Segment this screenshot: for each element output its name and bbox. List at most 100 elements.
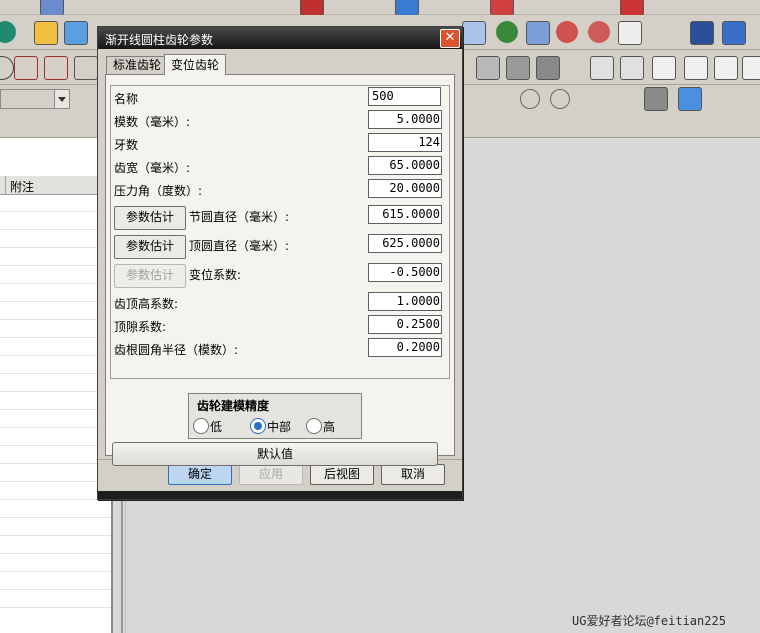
default-values-button[interactable]: 默认值 — [112, 442, 438, 466]
tab-shifted-gear[interactable]: 变位齿轮 — [164, 54, 227, 75]
column-header-label: 附注 — [10, 180, 35, 194]
toolbar-icon[interactable] — [490, 0, 514, 16]
list-row-line — [0, 247, 111, 248]
toolbar-icon[interactable] — [590, 56, 614, 80]
module-field[interactable]: 5.0000 — [368, 110, 442, 129]
toolbar-icon[interactable] — [652, 56, 676, 80]
watermark: UG爱好者论坛@feitian225 — [572, 614, 726, 628]
list-row-line — [0, 409, 111, 410]
navigator-column-header[interactable]: 附注 — [0, 175, 111, 195]
list-row-line — [0, 607, 111, 608]
toolbar-icon[interactable] — [678, 87, 702, 111]
toolbar-row-top — [0, 0, 760, 16]
precision-low-radio[interactable] — [193, 418, 209, 434]
filter-combo[interactable] — [0, 89, 70, 109]
list-row-line — [0, 301, 111, 302]
root-fillet-field[interactable]: 0.2000 — [368, 338, 442, 357]
toolbar-icon[interactable] — [536, 56, 560, 80]
tab-panel: 名称 500 模数（毫米）: 5.0000 牙数 124 齿宽（毫米）: 65.… — [105, 74, 455, 466]
modeling-precision-group: 齿轮建模精度 低 中部 高 — [188, 393, 362, 439]
face-width-field[interactable]: 65.0000 — [368, 156, 442, 175]
toolbar-icon[interactable] — [14, 56, 38, 80]
estimate-shift-button[interactable]: 参数估计 — [114, 264, 186, 288]
toolbar-icon[interactable] — [74, 56, 98, 80]
tip-diameter-field[interactable]: 625.0000 — [368, 234, 442, 253]
toolbar-icon[interactable] — [0, 21, 16, 43]
precision-high-radio[interactable] — [306, 418, 322, 434]
precision-medium-radio[interactable] — [250, 418, 266, 434]
toolbar-icon[interactable] — [506, 56, 530, 80]
toolbar-icon[interactable] — [620, 56, 644, 80]
precision-low-label: 低 — [210, 420, 223, 434]
toolbar-icon[interactable] — [34, 21, 58, 45]
pressure-angle-field[interactable]: 20.0000 — [368, 179, 442, 198]
list-row-line — [0, 337, 111, 338]
toolbar-icon[interactable] — [476, 56, 500, 80]
pitch-diameter-field[interactable]: 615.0000 — [368, 205, 442, 224]
list-row-line — [0, 571, 111, 572]
toolbar-icon[interactable] — [462, 21, 486, 45]
toolbar-icon[interactable] — [690, 21, 714, 45]
snap-icon[interactable] — [520, 89, 540, 109]
list-row-line — [0, 211, 111, 212]
estimate-tip-button[interactable]: 参数估计 — [114, 235, 186, 259]
list-row-line — [0, 427, 111, 428]
toolbar-icon[interactable] — [556, 21, 578, 43]
teeth-field[interactable]: 124 — [368, 133, 442, 152]
dialog-titlebar[interactable]: 渐开线圆柱齿轮参数 ✕ — [98, 27, 462, 49]
toolbar-icon[interactable] — [395, 0, 419, 16]
precision-medium-label: 中部 — [267, 420, 292, 434]
apply-button[interactable]: 应用 — [239, 464, 303, 485]
name-label: 名称 — [114, 92, 139, 106]
toolbar-icon[interactable] — [618, 21, 642, 45]
toolbar-icon[interactable] — [620, 0, 644, 16]
toolbar-icon[interactable] — [526, 21, 550, 45]
toolbar-icon[interactable] — [44, 56, 68, 80]
tip-diameter-label: 顶圆直径（毫米）: — [189, 239, 290, 253]
toolbar-icon[interactable] — [644, 87, 668, 111]
toolbar-icon[interactable] — [742, 56, 760, 80]
clearance-coefficient-field[interactable]: 0.2500 — [368, 315, 442, 334]
addendum-coefficient-field[interactable]: 1.0000 — [368, 292, 442, 311]
shift-coefficient-field[interactable]: -0.5000 — [368, 263, 442, 282]
list-row-line — [0, 463, 111, 464]
close-icon[interactable]: ✕ — [440, 29, 460, 48]
name-field[interactable]: 500 — [368, 87, 441, 106]
back-view-button[interactable]: 后视图 — [310, 464, 374, 485]
list-row-line — [0, 553, 111, 554]
precision-title: 齿轮建模精度 — [197, 399, 270, 413]
gear-parameters-dialog: 渐开线圆柱齿轮参数 ✕ 标准齿轮 变位齿轮 名称 500 模数（毫米）: 5.0… — [97, 26, 463, 500]
column-separator — [5, 176, 6, 194]
tab-standard-gear[interactable]: 标准齿轮 — [106, 56, 169, 74]
estimate-pitch-button[interactable]: 参数估计 — [114, 206, 186, 230]
teeth-label: 牙数 — [114, 138, 139, 152]
snap-icon[interactable] — [550, 89, 570, 109]
toolbar-icon[interactable] — [714, 56, 738, 80]
list-row-line — [0, 445, 111, 446]
list-row-line — [0, 499, 111, 500]
ok-button[interactable]: 确定 — [168, 464, 232, 485]
toolbar-icon[interactable] — [496, 21, 518, 43]
list-row-line — [0, 355, 111, 356]
toolbar-icon[interactable] — [40, 0, 64, 16]
face-width-label: 齿宽（毫米）: — [114, 161, 191, 175]
pitch-diameter-label: 节圆直径（毫米）: — [189, 210, 290, 224]
chevron-down-icon[interactable] — [54, 90, 69, 108]
list-row-line — [0, 319, 111, 320]
list-row-line — [0, 229, 111, 230]
list-row-line — [0, 373, 111, 374]
toolbar-icon[interactable] — [0, 56, 14, 80]
cancel-button[interactable]: 取消 — [381, 464, 445, 485]
list-row-line — [0, 391, 111, 392]
toolbar-icon[interactable] — [300, 0, 324, 16]
precision-high-label: 高 — [323, 420, 336, 434]
list-row-line — [0, 265, 111, 266]
module-label: 模数（毫米）: — [114, 115, 191, 129]
toolbar-icon[interactable] — [588, 21, 610, 43]
toolbar-icon[interactable] — [722, 21, 746, 45]
toolbar-icon[interactable] — [64, 21, 88, 45]
list-row-line — [0, 517, 111, 518]
list-row-line — [0, 589, 111, 590]
root-fillet-label: 齿根圆角半径（模数）: — [114, 343, 239, 357]
toolbar-icon[interactable] — [684, 56, 708, 80]
